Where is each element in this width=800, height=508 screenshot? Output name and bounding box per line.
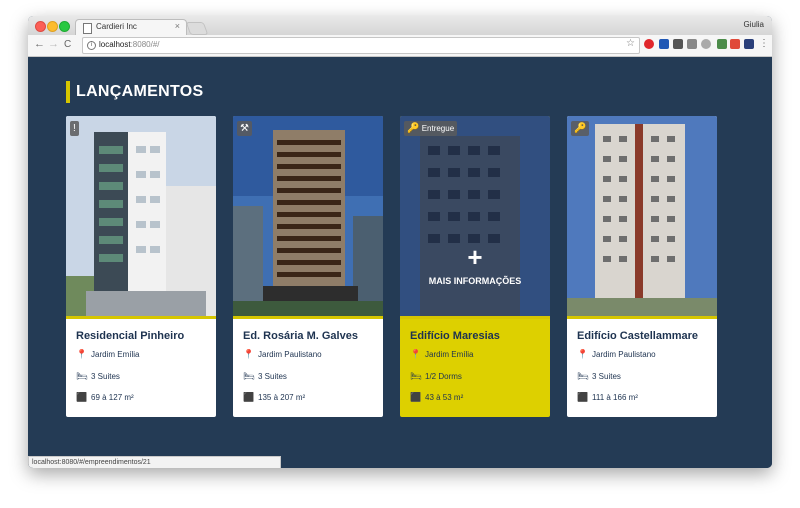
info-icon[interactable]: i	[87, 41, 96, 50]
browser-tab[interactable]: Cardieri Inc ×	[75, 19, 187, 36]
bookmark-star-icon[interactable]: ☆	[626, 38, 635, 49]
extension-icon-dark[interactable]	[673, 39, 683, 49]
page-content: LANÇAMENTOS ! Residencial Pinheiro 📍 Jar…	[28, 57, 772, 468]
neighborhood-row: 📍 Jardim Paulistano	[577, 349, 656, 359]
area-row: ⬛ 69 à 127 m²	[76, 392, 134, 402]
close-window-button[interactable]	[35, 21, 46, 32]
map-pin-icon: 📍	[577, 349, 589, 359]
suites-row: 🛏 3 Suites	[243, 371, 287, 381]
suites-row: 🛏 1/2 Dorms	[410, 371, 462, 381]
accent-divider	[567, 316, 717, 319]
property-card[interactable]: ! Residencial Pinheiro 📍 Jardim Emília 🛏 3…	[66, 116, 216, 417]
bed-icon: 🛏	[577, 371, 589, 381]
status-badge: 🔑	[571, 121, 590, 136]
back-button[interactable]: ←	[34, 38, 45, 50]
browser-toolbar: ← → C i localhost:8080/#/ ☆ ⋮	[28, 35, 772, 57]
map-pin-icon: 📍	[243, 349, 255, 359]
bed-icon: 🛏	[76, 371, 88, 381]
tab-close-icon[interactable]: ×	[175, 21, 180, 31]
title-bar: Cardieri Inc × Giulia	[28, 16, 772, 36]
suites-row: 🛏 3 Suites	[577, 371, 621, 381]
map-pin-icon: 📍	[410, 349, 422, 359]
property-title: Edifício Maresias	[410, 330, 500, 342]
extension-icon-grey[interactable]	[687, 39, 697, 49]
more-info-overlay[interactable]: + MAIS INFORMAÇÕES	[400, 116, 550, 316]
menu-icon[interactable]: ⋮	[759, 38, 769, 49]
bed-icon: 🛏	[410, 371, 422, 381]
extension-icon-blue[interactable]	[659, 39, 669, 49]
key-icon: 🔑	[407, 123, 420, 134]
area-icon: ⬛	[76, 392, 88, 402]
property-card[interactable]: ⚒ Ed. Rosária M. Galves 📍 Jardim Paulista…	[233, 116, 383, 417]
bed-icon: 🛏	[243, 371, 255, 381]
reload-button[interactable]: C	[64, 39, 71, 50]
more-info-label[interactable]: MAIS INFORMAÇÕES	[400, 276, 550, 286]
area-icon: ⬛	[243, 392, 255, 402]
property-title: Residencial Pinheiro	[76, 330, 185, 342]
browser-window: Cardieri Inc × Giulia ← → C i localhost:…	[28, 16, 772, 468]
property-card[interactable]: 🔑 Edifício Castellammare 📍 Jardim Paulist…	[567, 116, 717, 417]
neighborhood-row: 📍 Jardim Paulistano	[243, 349, 322, 359]
accent-divider	[233, 316, 383, 319]
address-bar[interactable]: i localhost:8080/#/ ☆	[82, 37, 640, 54]
tab-title: Cardieri Inc	[96, 22, 137, 31]
maximize-window-button[interactable]	[59, 21, 70, 32]
area-row: ⬛ 43 à 53 m²	[410, 392, 464, 402]
accent-divider	[66, 316, 216, 319]
property-title: Edifício Castellammare	[577, 330, 699, 342]
status-badge: 🔑 Entregue	[404, 121, 458, 136]
suites-row: 🛏 3 Suites	[76, 371, 120, 381]
area-icon: ⬛	[410, 392, 422, 402]
url-text[interactable]: localhost:8080/#/	[99, 40, 160, 49]
area-row: ⬛ 135 à 207 m²	[243, 392, 306, 402]
extension-icon-cloud[interactable]	[701, 39, 711, 49]
document-icon	[83, 23, 92, 34]
property-title: Ed. Rosária M. Galves	[243, 330, 358, 342]
extension-icon-red[interactable]	[730, 39, 740, 49]
section-heading: LANÇAMENTOS	[66, 81, 203, 103]
extension-icon-green[interactable]	[717, 39, 727, 49]
tools-icon: ⚒	[240, 123, 249, 134]
neighborhood-row: 📍 Jardim Emília	[76, 349, 140, 359]
status-badge: ⚒	[237, 121, 252, 136]
property-card-hovered[interactable]: + MAIS INFORMAÇÕES 🔑 Entregue Edifício M…	[400, 116, 550, 417]
status-url-bar: localhost:8080/#/empreendimentos/21	[28, 456, 281, 468]
key-icon: 🔑	[574, 123, 587, 134]
accent-divider	[400, 316, 550, 319]
alert-icon: !	[73, 123, 76, 134]
area-icon: ⬛	[577, 392, 589, 402]
area-row: ⬛ 111 à 166 m²	[577, 392, 638, 402]
status-badge: !	[70, 121, 79, 136]
plus-icon: +	[467, 242, 483, 272]
map-pin-icon: 📍	[76, 349, 88, 359]
forward-button[interactable]: →	[48, 38, 59, 50]
neighborhood-row: 📍 Jardim Emília	[410, 349, 474, 359]
building-photo	[66, 116, 216, 316]
profile-name[interactable]: Giulia	[744, 20, 764, 29]
extension-icon-navy[interactable]	[744, 39, 754, 49]
building-photo	[233, 116, 383, 316]
opera-extension-icon[interactable]	[644, 39, 654, 49]
new-tab-button[interactable]	[185, 22, 209, 35]
minimize-window-button[interactable]	[47, 21, 58, 32]
building-photo	[567, 116, 717, 316]
